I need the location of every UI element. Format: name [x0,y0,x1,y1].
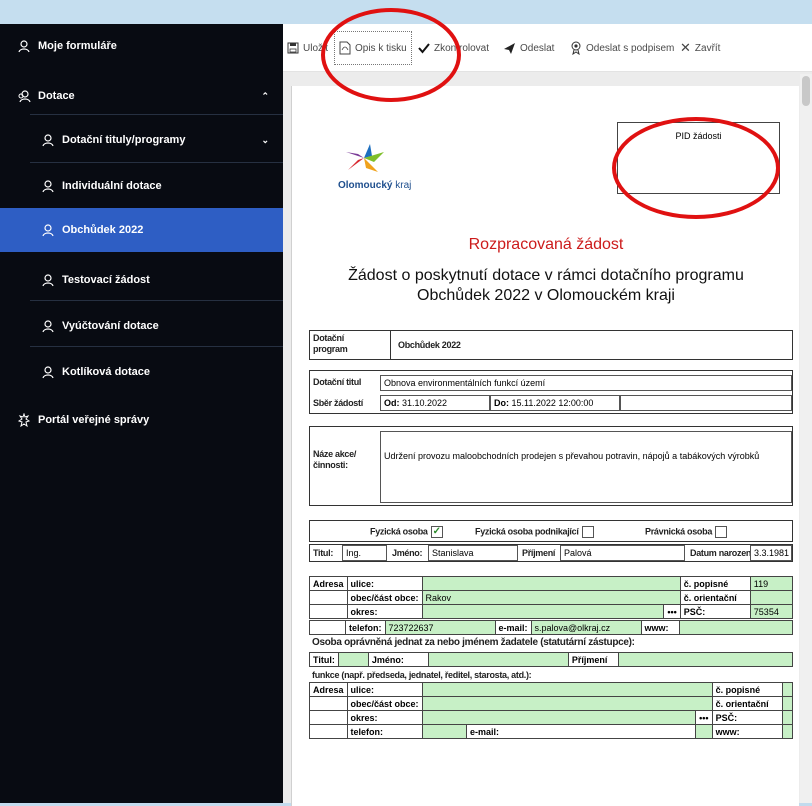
sidebar-item-kotlikova-dotace[interactable]: Kotlíková dotace [0,360,283,384]
user-icon [40,364,56,380]
user-icon [40,178,56,194]
sidebar-item-dotace[interactable]: Dotace ⌃ [0,84,283,108]
divider [30,162,283,163]
jmeno-field[interactable]: Stanislava [428,545,518,561]
po-checkbox[interactable] [715,526,728,538]
user-icon [40,132,56,148]
close-button[interactable]: ✕ Zavřít [680,36,720,60]
divider [30,114,283,115]
chevron-up-icon: ⌃ [261,90,269,101]
app-root: Moje formuláře Dotace ⌃ Dotační tituly/p… [0,0,812,806]
sidebar-item-label: Individuální dotace [62,180,162,192]
sidebar-item-label: Testovací žádost [62,274,150,286]
datum-field[interactable]: 3.3.1981 [750,545,792,561]
sidebar-item-moje-formulare[interactable]: Moje formuláře [0,34,283,58]
person-row: Titul: Ing. Jméno: Stanislava Příjmení P… [309,544,793,562]
annotation-circle [321,8,461,102]
titul-os-field[interactable]: Ing. [342,545,387,561]
akce-field[interactable]: Udržení provozu maloobchodních prodejen … [380,431,792,503]
document-title: Žádost o poskytnutí dotace v rámci dotač… [348,267,744,304]
send-button[interactable]: Odeslat [503,36,554,60]
contact-table: telefon: 723722637 e-mail: s.palova@olkraj.… [309,620,794,635]
scroll-thumb[interactable] [802,76,810,106]
sidebar-item-obchudek-2022[interactable]: Obchůdek 2022 [0,208,283,252]
users-icon [16,88,32,104]
logo-text: Olomoucký kraj [338,180,412,191]
sidebar-item-label: Dotace [38,90,75,102]
user-icon [40,272,56,288]
representative-address-table: Adresa ulice: č. popisné obec/část obce: č.… [309,682,794,739]
sidebar-item-testovaci-zadost[interactable]: Testovací žádost [0,268,283,292]
user-icon [40,318,56,334]
sidebar-item-dotacni-tituly[interactable]: Dotační tituly/programy ⌄ [0,128,283,152]
sidebar-item-label: Kotlíková dotace [62,366,151,378]
send-icon [503,42,516,55]
program-box: Dotační program Obchůdek 2022 [309,330,793,360]
divider [30,346,283,347]
seal-icon [570,41,582,55]
status-heading: Rozpracovaná žádost [468,236,624,253]
sidebar-item-label: Portál veřejné správy [38,414,150,426]
user-icon [16,38,32,54]
akce-box: Náze akce/ činnosti: Udržení provozu mal… [309,426,793,506]
sidebar-item-label: Dotační tituly/programy [62,134,186,146]
address-table: Adresa ulice: č. popisné 119 obec/část obce… [309,576,794,619]
titul-field[interactable]: Obnova environmentálních funkcí území [380,375,792,391]
representative-table: Titul: Jméno: Příjmení [309,652,794,667]
chevron-down-icon: ⌄ [261,134,269,145]
emblem-icon [16,412,32,428]
sidebar-item-portal-verejne-spravy[interactable]: Portál veřejné správy [0,408,283,432]
titul-box: Dotační titul Obnova environmentálních f… [309,370,793,414]
fo-checkbox[interactable]: ✓ [430,526,443,538]
sidebar: Moje formuláře Dotace ⌃ Dotační tituly/p… [0,24,283,803]
person-type-box: Fyzická osoba ✓ Fyzická osoba podnikající… [309,520,793,542]
sidebar-item-label: Vyúčtování dotace [62,320,159,332]
fop-checkbox[interactable] [581,526,594,538]
sidebar-item-vyuctovani-dotace[interactable]: Vyúčtování dotace [0,314,283,338]
save-icon [287,42,299,54]
divider [30,300,283,301]
do-field[interactable]: Do: 15.11.2022 12:00:00 [490,395,620,411]
sidebar-item-individualni-dotace[interactable]: Individuální dotace [0,174,283,198]
od-field[interactable]: Od: 31.10.2022 [380,395,490,411]
user-icon [40,222,56,238]
prijmeni-field[interactable]: Palová [560,545,685,561]
scrollbar[interactable] [800,74,812,803]
sidebar-item-label: Moje formuláře [38,40,117,52]
sidebar-item-label: Obchůdek 2022 [62,224,144,236]
annotation-circle [612,117,780,219]
empty-field[interactable] [620,395,792,411]
close-icon: ✕ [680,40,691,55]
send-signed-button[interactable]: Odeslat s podpisem [570,36,674,60]
